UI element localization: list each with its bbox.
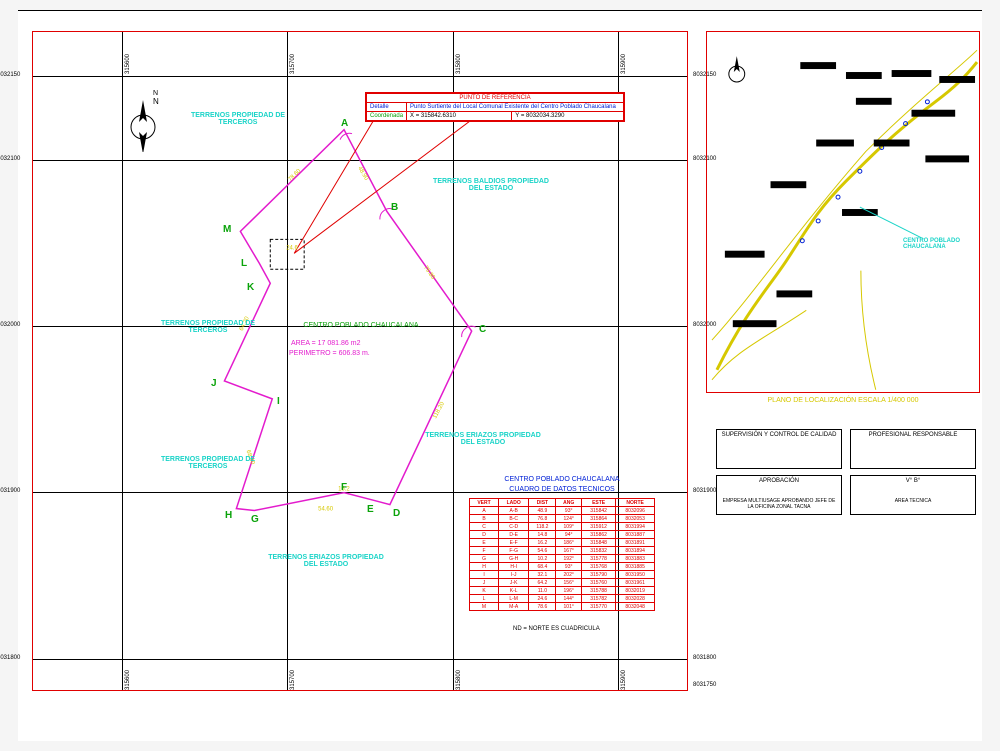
vertex-g: G [251, 514, 259, 525]
label-terr5: TERRENOS ERIAZOS PROPIEDAD DEL ESTADO [423, 432, 543, 446]
vertex-j: J [211, 378, 217, 389]
table-row: KK-L11.0196°3157888032019 [470, 587, 655, 595]
th-ang: ANG [556, 499, 582, 507]
tb-aprobacion-label: APROBACIÓN [719, 478, 839, 484]
table-row: DD-E14.894°3158628031887 [470, 531, 655, 539]
info-detalle-v: Punto Surtiente del Local Comunal Existe… [407, 103, 624, 112]
main-plan-frame: 315600 315700 315800 315900 315600 31570… [32, 31, 688, 691]
gridx-3-top: 315900 [621, 54, 627, 74]
label-perim: PERIMETRO = 606.83 m. [289, 350, 370, 357]
vertex-e: E [367, 504, 374, 515]
svg-text:54.60: 54.60 [318, 507, 334, 513]
label-area: AREA = 17 081.86 m2 [291, 340, 360, 347]
location-map-frame: CENTRO POBLADO CHAUCALANA [706, 31, 980, 393]
label-terr1: TERRENOS PROPIEDAD DE TERCEROS [183, 112, 293, 126]
tb-jefe: EMPRESA MULTIUSAGE APROBANDO JEFE DE LA … [719, 498, 839, 510]
loc-callout: CENTRO POBLADO CHAUCALANA [903, 238, 973, 250]
gridy-4-l: 8031800 [0, 655, 20, 661]
vertex-a: A [341, 118, 348, 129]
vertex-l: L [241, 258, 247, 269]
table-row: HH-I68.493°3157688031885 [470, 563, 655, 571]
label-terr2: TERRENOS PROPIEDAD DE TERCEROS [153, 320, 263, 334]
gridy-3-r: 8031900 [693, 488, 716, 494]
footnote: ND = NORTE ES CUADRICULA [513, 626, 600, 632]
label-terr6: TERRENOS ERIAZOS PROPIEDAD DEL ESTADO [261, 554, 391, 568]
gridx-1-top: 315700 [290, 54, 296, 74]
info-header: PUNTO DE REFERENCIA [367, 94, 624, 103]
table-title: CENTRO POBLADO CHAUCALANA [487, 476, 637, 483]
reference-point-box: PUNTO DE REFERENCIA Detalle Punto Surtie… [365, 92, 625, 122]
table-row: CC-D118.2109°3159128031994 [470, 523, 655, 531]
gridx-2-bot: 315800 [456, 670, 462, 690]
tb-vb-label: V° B° [853, 478, 973, 484]
table-row: BB-C76.8124°3158648032053 [470, 515, 655, 523]
gridy-4-r: 8031800 [693, 655, 716, 661]
info-detalle-k: Detalle [367, 103, 407, 112]
svg-text:76.80: 76.80 [422, 265, 436, 281]
svg-text:48.90: 48.90 [356, 166, 369, 183]
gridy-3-l: 8031900 [0, 488, 20, 494]
technical-data-table: VERTLADODISTANGESTENORTE AA-B48.993°3158… [469, 498, 655, 611]
gridx-1-bot: 315700 [290, 670, 296, 690]
vertex-f: F [341, 482, 347, 493]
drawing-sheet: 315600 315700 315800 315900 315600 31570… [18, 10, 982, 741]
th-lado: LADO [499, 499, 529, 507]
gridy-1-l: 8032100 [0, 156, 20, 162]
table-row: JJ-K64.2156°3157608031961 [470, 579, 655, 587]
th-este: ESTE [581, 499, 615, 507]
gridy-top-l: 8032150 [0, 72, 20, 78]
table-subtitle: CUADRO DE DATOS TECNICOS [487, 486, 637, 493]
vertex-b: B [391, 202, 398, 213]
vertex-c: C [479, 324, 486, 335]
info-coord-k: Coordenada [367, 112, 407, 121]
north-arrow-icon: N [123, 92, 163, 152]
location-map-title: PLANO DE LOCALIZACIÓN ESCALA 1/400 000 [738, 397, 948, 404]
compass-n-label: N [153, 97, 159, 106]
tb-supervision: SUPERVISIÓN Y CONTROL DE CALIDAD [716, 429, 842, 469]
table-row: AA-B48.993°3158428032096 [470, 507, 655, 515]
gridx-0-bot: 315600 [125, 670, 131, 690]
label-centro: CENTRO POBLADO CHAUCALANA [301, 322, 421, 329]
gridx-0-top: 315600 [125, 54, 131, 74]
table-row: FF-G54.6167°3158328031894 [470, 547, 655, 555]
gridy-5-r: 8031750 [693, 682, 716, 688]
th-vert: VERT [470, 499, 499, 507]
label-terr4: TERRENOS BALDIOS PROPIEDAD DEL ESTADO [431, 178, 551, 192]
tb-supervision-label: SUPERVISIÓN Y CONTROL DE CALIDAD [719, 432, 839, 438]
svg-text:78.60: 78.60 [287, 168, 302, 183]
tb-area: AREA TECNICA [853, 498, 973, 504]
vertex-m: M [223, 224, 231, 235]
tb-aprobacion: APROBACIÓN EMPRESA MULTIUSAGE APROBANDO … [716, 475, 842, 515]
table-row: LL-M24.6144°3157828032028 [470, 595, 655, 603]
gridy-2-l: 8032000 [0, 322, 20, 328]
vertex-h: H [225, 510, 232, 521]
gridx-3-bot: 315900 [621, 670, 627, 690]
tb-vb: V° B° AREA TECNICA [850, 475, 976, 515]
table-row: II-J32.1202°3157908031950 [470, 571, 655, 579]
table-row: MM-A78.6101°3157708032048 [470, 603, 655, 611]
label-terr3: TERRENOS PROPIEDAD DE TERCEROS [153, 456, 263, 470]
svg-text:118.20: 118.20 [432, 401, 446, 420]
compass-label: N [153, 90, 158, 97]
tb-profesional: PROFESIONAL RESPONSABLE [850, 429, 976, 469]
vertex-i: I [277, 396, 280, 407]
table-row: GG-H10.2192°3157788031883 [470, 555, 655, 563]
vertex-d: D [393, 508, 400, 519]
info-y: Y = 8032034.3290 [512, 112, 624, 121]
info-x: X = 315842.6310 [407, 112, 512, 121]
gridx-2-top: 315800 [456, 54, 462, 74]
svg-text:24.6: 24.6 [286, 245, 298, 251]
tb-profesional-label: PROFESIONAL RESPONSABLE [853, 432, 973, 438]
vertex-k: K [247, 282, 254, 293]
th-dist: DIST [529, 499, 556, 507]
table-row: EE-F16.2186°3158488031891 [470, 539, 655, 547]
th-norte: NORTE [616, 499, 655, 507]
